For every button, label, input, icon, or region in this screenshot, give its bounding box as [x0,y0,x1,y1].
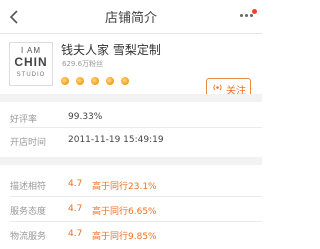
crown-badge-icon [76,77,85,85]
info-row-open-date: 开店时间 2011-11-19 15:49:19 [0,129,262,151]
score-value: 4.7 [68,179,83,189]
score-compare: 高于同行9.85% [92,232,157,242]
row-divider [10,127,262,128]
crown-badge-icon [91,77,100,85]
shop-logo: I AM CHIN STUDIO [9,42,53,86]
score-value: 4.7 [68,204,83,214]
score-compare: 高于同行6.65% [92,207,157,217]
info-row-rating: 好评率 99.33% [0,106,262,128]
crown-badge-icon [61,77,69,85]
top-bar: 店铺简介 [0,0,262,34]
score-label: 物流服务 [10,232,47,242]
score-label: 描述相符 [10,182,47,192]
score-compare: 高于同行23.1% [92,182,157,192]
score-row-description: 描述相符 4.7 高于同行23.1% [0,172,262,196]
info-value: 99.33% [68,112,103,122]
notification-dot [252,9,257,14]
score-row-service: 服务态度 4.7 高于同行6.65% [0,197,262,221]
info-label: 好评率 [10,115,38,125]
broadcast-icon [213,84,222,91]
shop-name: 钱夫人家 雪梨定制 [61,43,161,57]
score-label: 服务态度 [10,207,47,217]
more-dots-icon[interactable] [240,9,257,20]
crown-badge-icon [121,77,130,85]
crown-badge-icon [106,77,115,85]
score-row-logistics: 物流服务 4.7 高于同行9.85% [0,222,262,246]
info-label: 开店时间 [10,138,47,148]
page-title: 店铺简介 [104,11,157,26]
credit-badges [61,70,131,85]
info-value: 2011-11-19 15:49:19 [68,135,164,145]
fan-count: 629.6万粉丝 [62,60,104,68]
score-value: 4.7 [68,229,83,239]
shop-card: I AM CHIN STUDIO 钱夫人家 雪梨定制 629.6万粉丝 关注 [0,34,262,97]
section-divider [0,157,262,165]
section-divider [0,94,262,102]
